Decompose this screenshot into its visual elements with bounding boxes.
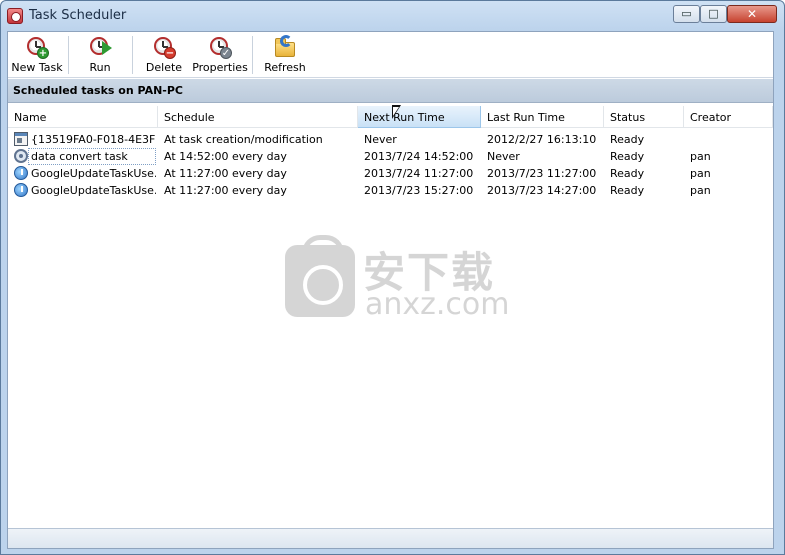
column-header-status[interactable]: Status — [604, 106, 684, 128]
status-bar — [8, 528, 773, 548]
task-schedule: At 11:27:00 every day — [164, 184, 287, 197]
column-header-last-run-time[interactable]: Last Run Time — [481, 106, 604, 128]
delete-button[interactable]: − Delete — [142, 35, 186, 75]
new-task-icon: + — [25, 35, 49, 59]
task-last-run: 2012/2/27 16:13:10 — [487, 133, 597, 146]
properties-button[interactable]: ✓ Properties — [192, 35, 248, 75]
task-last-run: 2013/7/23 11:27:00 — [487, 167, 597, 180]
column-header-label: Last Run Time — [487, 111, 565, 124]
column-header-label: Next Run Time — [364, 111, 445, 124]
refresh-button[interactable]: Refresh — [260, 35, 310, 75]
task-status: Ready — [610, 167, 645, 180]
task-next-run: 2013/7/23 15:27:00 — [364, 184, 474, 197]
task-schedule: At 14:52:00 every day — [164, 150, 287, 163]
toolbar-separator — [132, 36, 133, 74]
task-next-run: 2013/7/24 11:27:00 — [364, 167, 474, 180]
task-name: GoogleUpdateTaskUse… — [31, 167, 156, 180]
close-icon: ✕ — [746, 7, 758, 21]
column-header-label: Schedule — [164, 111, 215, 124]
column-header-label: Status — [610, 111, 646, 124]
table-row[interactable]: GoogleUpdateTaskUse… At 11:27:00 every d… — [8, 182, 773, 199]
task-name: {13519FA0-F018-4E3F… — [31, 133, 156, 146]
section-header: Scheduled tasks on PAN-PC — [8, 79, 773, 103]
watermark-logo: 安下载 anxz.com — [285, 235, 515, 322]
column-header-label: Name — [14, 111, 47, 124]
section-title: Scheduled tasks on PAN-PC — [13, 84, 183, 97]
toolbar: + New Task Run − Delete ✓ Properties Ref… — [8, 32, 773, 78]
column-header-creator[interactable]: Creator — [684, 106, 773, 128]
table-row[interactable]: GoogleUpdateTaskUse… At 11:27:00 every d… — [8, 165, 773, 182]
task-schedule: At task creation/modification — [164, 133, 323, 146]
watermark-bag-icon — [285, 235, 355, 317]
task-creator: pan — [690, 184, 711, 197]
refresh-label: Refresh — [264, 61, 306, 74]
properties-label: Properties — [192, 61, 248, 74]
window-title: Task Scheduler — [29, 8, 127, 23]
task-creator: pan — [690, 167, 711, 180]
delete-label: Delete — [145, 61, 183, 74]
column-header-schedule[interactable]: Schedule — [158, 106, 358, 128]
minimize-icon: ▭ — [681, 7, 692, 20]
new-task-label: New Task — [11, 61, 63, 74]
task-last-run: 2013/7/23 14:27:00 — [487, 184, 597, 197]
update-task-icon — [14, 183, 28, 197]
maximize-button[interactable]: □ — [700, 5, 727, 23]
task-status: Ready — [610, 150, 645, 163]
task-status: Ready — [610, 184, 645, 197]
task-scheduler-window: Task Scheduler ▭ □ ✕ + New Task Run − De… — [0, 0, 785, 555]
run-button[interactable]: Run — [78, 35, 122, 75]
column-header-next-run-time[interactable]: Next Run Time — [358, 106, 481, 128]
gear-task-icon — [14, 149, 28, 163]
task-next-run: 2013/7/24 14:52:00 — [364, 150, 474, 163]
task-scheduler-app-icon — [7, 8, 23, 24]
task-last-run: Never — [487, 150, 520, 163]
minimize-button[interactable]: ▭ — [673, 5, 700, 23]
task-name: data convert task — [28, 148, 156, 165]
task-status: Ready — [610, 133, 645, 146]
properties-icon: ✓ — [208, 35, 232, 59]
column-header-name[interactable]: Name — [8, 106, 158, 128]
run-label: Run — [89, 61, 111, 74]
toolbar-separator — [68, 36, 69, 74]
watermark-text-en: anxz.com — [365, 287, 510, 322]
title-bar[interactable]: Task Scheduler ▭ □ ✕ — [1, 1, 784, 31]
table-row[interactable]: {13519FA0-F018-4E3F… At task creation/mo… — [8, 131, 773, 148]
table-row[interactable]: data convert task At 14:52:00 every day … — [8, 148, 773, 165]
refresh-icon — [273, 35, 297, 59]
update-task-icon — [14, 166, 28, 180]
new-task-button[interactable]: + New Task — [10, 35, 64, 75]
mouse-cursor-icon — [392, 105, 401, 119]
toolbar-separator — [252, 36, 253, 74]
task-creator: pan — [690, 150, 711, 163]
column-header-label: Creator — [690, 111, 732, 124]
task-name: GoogleUpdateTaskUse… — [31, 184, 156, 197]
task-next-run: Never — [364, 133, 397, 146]
run-icon — [88, 35, 112, 59]
maximize-icon: □ — [708, 7, 719, 20]
close-button[interactable]: ✕ — [727, 5, 777, 23]
task-schedule: At 11:27:00 every day — [164, 167, 287, 180]
window-task-icon — [14, 132, 28, 146]
delete-icon: − — [152, 35, 176, 59]
